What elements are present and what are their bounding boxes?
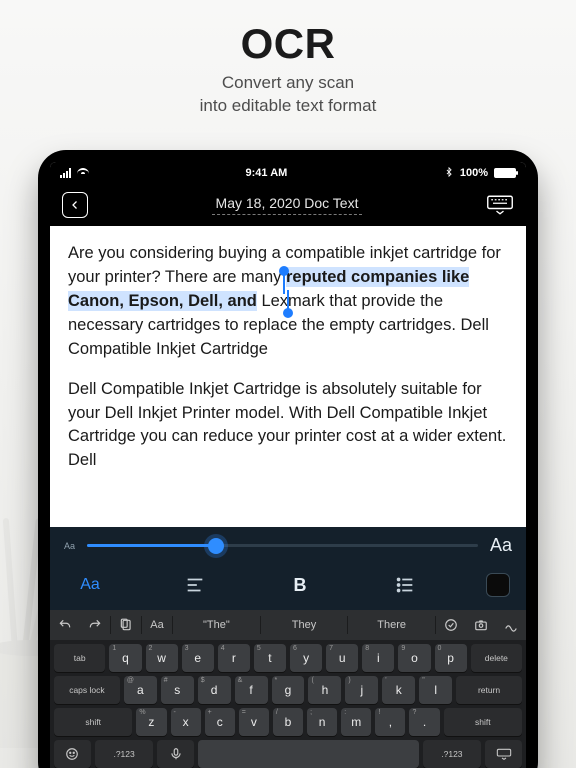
key-j[interactable]: )j <box>345 676 378 704</box>
key-w[interactable]: 2w <box>146 644 178 672</box>
key-u[interactable]: 7u <box>326 644 358 672</box>
font-size-slider[interactable] <box>87 544 478 547</box>
key-y[interactable]: 6y <box>290 644 322 672</box>
key-space[interactable] <box>198 740 418 768</box>
suggestion-2[interactable]: They <box>261 619 348 631</box>
bold-button[interactable]: B <box>276 570 324 600</box>
tablet-frame: 9:41 AM 100% May 18, 2020 Doc Text <box>38 150 538 768</box>
battery-pct: 100% <box>460 167 488 179</box>
text-style-button[interactable]: Aa <box>66 570 114 600</box>
list-button[interactable] <box>381 570 429 600</box>
key-t[interactable]: 5t <box>254 644 286 672</box>
font-size-small-label: Aa <box>64 541 75 551</box>
key-q[interactable]: 1q <box>109 644 141 672</box>
key-a[interactable]: @a <box>124 676 157 704</box>
suggestion-1[interactable]: "The" <box>173 619 260 631</box>
document-header: May 18, 2020 Doc Text <box>50 184 526 226</box>
key-h[interactable]: (h <box>308 676 341 704</box>
key-x[interactable]: -x <box>171 708 201 736</box>
key-e[interactable]: 3e <box>182 644 214 672</box>
key-m[interactable]: :m <box>341 708 371 736</box>
wifi-icon <box>77 168 89 178</box>
key-k[interactable]: 'k <box>382 676 415 704</box>
key-tab[interactable]: tab <box>54 644 105 672</box>
selection-handle-start[interactable] <box>279 266 289 276</box>
dismiss-keyboard-button[interactable] <box>486 194 514 216</box>
key-n[interactable]: ;n <box>307 708 337 736</box>
key-f[interactable]: &f <box>235 676 268 704</box>
text-style-accessory-button[interactable]: Aa <box>142 619 172 631</box>
check-button[interactable] <box>436 618 466 632</box>
key-return[interactable]: return <box>456 676 522 704</box>
key-numeric[interactable]: .?123 <box>95 740 154 768</box>
undo-button[interactable] <box>50 618 80 632</box>
key-g[interactable]: *g <box>272 676 305 704</box>
font-size-large-label: Aa <box>490 535 512 556</box>
onscreen-keyboard: tab1q2w3e4r5t6y7u8i9o0pdelete caps lock@… <box>50 640 526 768</box>
paragraph[interactable]: Dell Compatible Inkjet Cartridge is abso… <box>68 378 508 474</box>
selection-handle-end[interactable] <box>283 308 293 318</box>
handwriting-button[interactable] <box>496 618 526 632</box>
bluetooth-icon <box>444 167 454 180</box>
key-o[interactable]: 9o <box>398 644 430 672</box>
slider-thumb[interactable] <box>208 538 224 554</box>
key-.[interactable]: ?. <box>409 708 439 736</box>
status-time: 9:41 AM <box>246 167 288 179</box>
paragraph[interactable]: Are you considering buying a compatible … <box>68 242 508 362</box>
key-hide-keyboard[interactable] <box>485 740 522 768</box>
format-toolbar: Aa Aa Aa B <box>50 527 526 610</box>
key-delete[interactable]: delete <box>471 644 522 672</box>
key-p[interactable]: 0p <box>435 644 467 672</box>
tablet-screen: 9:41 AM 100% May 18, 2020 Doc Text <box>50 162 526 768</box>
redo-button[interactable] <box>80 618 110 632</box>
key-shift-right[interactable]: shift <box>444 708 522 736</box>
key-,[interactable]: !, <box>375 708 405 736</box>
document-title[interactable]: May 18, 2020 Doc Text <box>212 195 363 215</box>
key-i[interactable]: 8i <box>362 644 394 672</box>
battery-icon <box>494 168 516 178</box>
text-color-button[interactable] <box>486 573 510 597</box>
key-s[interactable]: #s <box>161 676 194 704</box>
key-v[interactable]: =v <box>239 708 269 736</box>
signal-icon <box>60 168 71 178</box>
key-r[interactable]: 4r <box>218 644 250 672</box>
suggestion-3[interactable]: There <box>348 619 435 631</box>
key-dictation[interactable] <box>157 740 194 768</box>
document-body[interactable]: Are you considering buying a compatible … <box>50 226 526 527</box>
back-button[interactable] <box>62 192 88 218</box>
keyboard-accessory-bar: Aa "The" They There <box>50 610 526 640</box>
clipboard-button[interactable] <box>111 618 141 632</box>
status-bar: 9:41 AM 100% <box>50 162 526 184</box>
key-l[interactable]: "l <box>419 676 452 704</box>
key-shift-left[interactable]: shift <box>54 708 132 736</box>
promo-subtitle: Convert any scaninto editable text forma… <box>0 72 576 118</box>
promo-banner: OCR Convert any scaninto editable text f… <box>0 0 576 130</box>
camera-button[interactable] <box>466 618 496 632</box>
key-capslock[interactable]: caps lock <box>54 676 120 704</box>
key-numeric-right[interactable]: .?123 <box>423 740 482 768</box>
key-c[interactable]: +c <box>205 708 235 736</box>
key-emoji[interactable] <box>54 740 91 768</box>
key-d[interactable]: $d <box>198 676 231 704</box>
key-b[interactable]: /b <box>273 708 303 736</box>
key-z[interactable]: %z <box>136 708 166 736</box>
align-button[interactable] <box>171 570 219 600</box>
promo-title: OCR <box>0 20 576 68</box>
